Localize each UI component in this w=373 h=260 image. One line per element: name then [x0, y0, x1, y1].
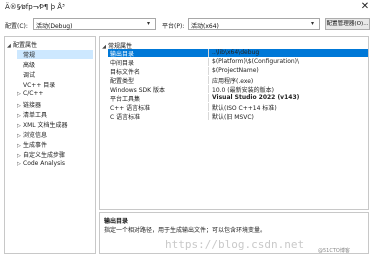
property-row-output-directory[interactable]: 输出目录 ..\lib\x64\debug [108, 49, 368, 58]
close-icon[interactable]: ✕ [359, 1, 371, 13]
tree-node-label: Code Analysis [23, 160, 65, 167]
column-divider [208, 103, 209, 111]
expander-icon[interactable]: ◢ [100, 44, 108, 50]
tree-node-debugging[interactable]: 调试 [17, 70, 93, 79]
property-grid: ◢ 常规属性 输出目录 ..\lib\x64\debug 中间目录 $(Platf… [99, 36, 369, 210]
property-value[interactable]: 10.0 (最新安装的版本) [212, 85, 274, 94]
property-value[interactable]: 默认(旧 MSVC) [212, 112, 254, 121]
description-text: 指定一个相对路径，用于生成输出文件；可以包含环境变量。 [104, 227, 267, 234]
tree-node-xml-doc-generator[interactable]: ▷ XML 文档生成器 [17, 120, 93, 129]
configuration-label: 配置(C): [5, 23, 28, 30]
column-divider [208, 94, 209, 102]
tree-node-label: 调试 [23, 72, 36, 79]
tree-node-manifest-tool[interactable]: ▷ 清单工具 [17, 110, 93, 119]
tree-node-label: 高级 [23, 62, 36, 69]
platform-label: 平台(P): [162, 23, 185, 30]
tree-node-vc-directories[interactable]: VC++ 目录 [17, 80, 93, 89]
platform-value: 活动(x64) [191, 23, 219, 30]
platform-dropdown[interactable]: 活动(x64) ▾ [188, 18, 320, 30]
property-name: 中间目录 [110, 60, 135, 67]
property-value[interactable]: $(ProjectName) [212, 67, 259, 74]
column-divider [208, 76, 209, 84]
property-name: 配置类型 [110, 78, 135, 85]
property-name: Windows SDK 版本 [110, 87, 165, 94]
property-name: C++ 语言标准 [110, 105, 151, 112]
column-divider [208, 49, 209, 57]
property-name: 平台工具集 [110, 96, 141, 103]
tree-node-label: C/C++ [23, 90, 44, 97]
configuration-bar: 配置(C): 活动(Debug) ▾ 平台(P): 活动(x64) ▾ 配置管理… [0, 18, 373, 31]
property-name: 输出目录 [110, 51, 135, 58]
chevron-down-icon: ▾ [147, 20, 151, 27]
property-name: 目标文件名 [110, 69, 141, 76]
property-value[interactable]: ..\lib\x64\debug [212, 49, 259, 56]
tree-node-c-cpp[interactable]: ▷ C/C++ [17, 90, 93, 99]
property-value[interactable]: 默认(ISO C++14 标准) [212, 103, 277, 112]
chevron-down-icon: ▾ [311, 20, 315, 27]
watermark: https://blog.csdn.net [165, 238, 305, 251]
tree-node-label: 浏览信息 [23, 132, 48, 139]
property-row-intermediate-directory[interactable]: 中间目录 $(Platform)\$(Configuration)\ [108, 58, 368, 67]
column-divider [208, 58, 209, 66]
property-value[interactable]: 应用程序(.exe) [212, 76, 253, 85]
property-category-general[interactable]: ◢ 常规属性 [100, 41, 368, 50]
title-bar: Ä®§⁄øfp¬⁄Þ¶ þ Å³ ✕ [0, 0, 373, 14]
column-divider [208, 112, 209, 120]
tree-node-browse-information[interactable]: ▷ 浏览信息 [17, 130, 93, 139]
window-title: Ä®§⁄øfp¬⁄Þ¶ þ Å³ [5, 3, 65, 11]
property-value[interactable]: Visual Studio 2022 (v143) [212, 94, 299, 101]
configuration-dropdown[interactable]: 活动(Debug) ▾ [33, 18, 156, 30]
tree-node-build-events[interactable]: ▷ 生成事件 [17, 140, 93, 149]
tree-node-label: 常规 [23, 52, 36, 59]
property-row-target-name[interactable]: 目标文件名 $(ProjectName) [108, 67, 368, 76]
tree-node-label: 链接器 [23, 102, 42, 109]
tree-node-custom-build-step[interactable]: ▷ 自定义生成步骤 [17, 150, 93, 159]
tree-node-code-analysis[interactable]: ▷ Code Analysis [17, 160, 93, 169]
property-row-windows-sdk-version[interactable]: Windows SDK 版本 10.0 (最新安装的版本) [108, 85, 368, 94]
property-row-c-language-standard[interactable]: C 语言标准 默认(旧 MSVC) [108, 112, 368, 121]
tree-node-label: 清单工具 [23, 112, 48, 119]
tree-node-configuration-properties[interactable]: ◢ 配置属性 [7, 40, 93, 49]
watermark-tag: @51CTO博客 [318, 248, 350, 254]
tree-node-advanced[interactable]: 高级 [17, 60, 93, 69]
property-value[interactable]: $(Platform)\$(Configuration)\ [212, 58, 299, 65]
description-title: 输出目录 [104, 218, 129, 225]
property-tree: ◢ 配置属性 常规 高级 调试 VC++ 目录 ▷ C/C++ ▷ 链接器 ▷ 清单工具… [4, 36, 96, 254]
tree-node-label: 配置属性 [13, 42, 38, 49]
property-row-configuration-type[interactable]: 配置类型 应用程序(.exe) [108, 76, 368, 85]
tree-node-label: VC++ 目录 [23, 82, 56, 89]
configuration-value: 活动(Debug) [36, 23, 73, 30]
configuration-manager-button[interactable]: 配置管理器(O)... [325, 18, 370, 30]
tree-node-general[interactable]: 常规 [17, 50, 93, 59]
tree-node-linker[interactable]: ▷ 链接器 [17, 100, 93, 109]
property-name: C 语言标准 [110, 114, 141, 121]
column-divider [208, 85, 209, 93]
tree-node-label: XML 文档生成器 [23, 122, 68, 129]
tree-node-label: 自定义生成步骤 [23, 152, 66, 159]
property-row-platform-toolset[interactable]: 平台工具集 Visual Studio 2022 (v143) [108, 94, 368, 103]
column-divider [208, 67, 209, 75]
tree-node-label: 生成事件 [23, 142, 48, 149]
property-row-cpp-language-standard[interactable]: C++ 语言标准 默认(ISO C++14 标准) [108, 103, 368, 112]
